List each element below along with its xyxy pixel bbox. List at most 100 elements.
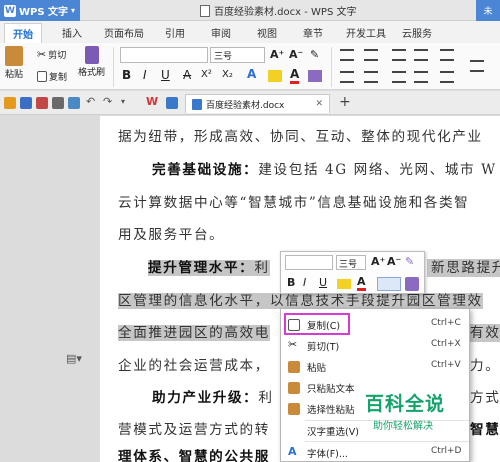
superscript-button[interactable]: X² [201, 69, 212, 80]
wps-home-icon[interactable]: W [146, 95, 158, 108]
copy-label: 复制 [49, 73, 68, 83]
text-line: 新思路提升 [427, 259, 500, 277]
shrink-font-button[interactable]: A⁻ [289, 48, 303, 61]
paragraph-marker-icon[interactable]: ▤▾ [66, 352, 82, 365]
subscript-button[interactable]: X₂ [222, 69, 233, 80]
text-line: 有效 [470, 324, 500, 342]
italic-button[interactable]: I [143, 68, 147, 82]
text-effect-button[interactable]: A [247, 67, 256, 81]
menu-label: 粘贴 [307, 363, 327, 374]
app-menu-button[interactable]: W WPS 文字 ▾ [0, 0, 80, 21]
tab-page-layout[interactable]: 页面布局 [104, 25, 144, 40]
document-tab-label: 百度经验素材.docx [206, 100, 285, 111]
heading-bold: 理体系、智慧的公共服 [118, 449, 270, 462]
save-icon[interactable] [20, 97, 32, 109]
print-preview-icon[interactable] [68, 97, 80, 109]
print-icon[interactable] [52, 97, 64, 109]
redo-icon[interactable]: ↷ [103, 95, 115, 108]
menu-shortcut: Ctrl+D [431, 446, 462, 456]
numbered-list-icon[interactable] [364, 49, 378, 61]
menu-item-cut[interactable]: ✂ 剪切(T) Ctrl+X [281, 335, 471, 356]
close-icon[interactable]: ✕ [315, 99, 323, 109]
bold-button[interactable]: B [122, 68, 131, 82]
bullet-list-icon[interactable] [340, 49, 354, 61]
tab-developer[interactable]: 开发工具 [346, 25, 386, 40]
app-name: WPS 文字 [19, 7, 69, 18]
tab-insert[interactable]: 插入 [62, 25, 82, 40]
mini-font-color-button[interactable]: A [357, 275, 366, 291]
clear-format-icon[interactable]: ✎ [310, 48, 319, 61]
text-line: 理体系、智慧的公共服 [118, 448, 270, 462]
format-painter-button[interactable]: 格式刷 [78, 46, 105, 78]
chinese-layout-icon[interactable] [440, 49, 454, 61]
document-icon [200, 4, 210, 17]
new-tab-button[interactable]: + [339, 94, 351, 110]
decrease-indent-icon[interactable] [392, 49, 406, 61]
justify-icon[interactable] [414, 71, 428, 83]
mini-underline-button[interactable]: U [319, 276, 327, 289]
text-line: 助力产业升级：利 [152, 389, 274, 407]
quick-access-bar: ↶ ↷ ▾ W 百度经验素材.docx ✕ + [0, 91, 500, 115]
copy-button[interactable]: 复制 [37, 70, 67, 83]
menu-shortcut: Ctrl+C [431, 318, 461, 328]
divider [331, 47, 332, 87]
menu-label: 字体(F)... [307, 449, 348, 460]
tab-review[interactable]: 审阅 [211, 25, 231, 40]
font-color-button[interactable]: A [290, 67, 300, 84]
increase-indent-icon[interactable] [414, 49, 428, 61]
paste-button[interactable]: 粘贴 [5, 46, 23, 80]
tab-home[interactable]: 开始 [4, 23, 42, 43]
mini-highlight-icon[interactable] [337, 279, 351, 289]
text-line: 据为纽带，形成高效、协同、互动、整体的现代化产业 [118, 129, 483, 145]
paste-label: 粘贴 [5, 70, 24, 80]
align-center-icon[interactable] [364, 71, 378, 83]
menu-label: 选择性粘贴 [307, 405, 355, 416]
text-line: 力。 [470, 358, 500, 374]
watermark-subtitle: 助你轻松解决 [373, 421, 433, 432]
undo-icon[interactable]: ↶ [86, 95, 98, 108]
font-icon: A [288, 445, 297, 458]
mini-font-size-select[interactable]: 三号 [336, 255, 366, 270]
mini-shrink-font-button[interactable]: A⁻ [387, 255, 401, 268]
paste-text-icon [288, 382, 300, 394]
mini-italic-button[interactable]: I [303, 276, 306, 289]
selected-text: 全面推进园区的高效电 [118, 325, 270, 341]
mini-align-icon[interactable] [377, 277, 401, 291]
cloud-doc-icon[interactable] [166, 97, 178, 109]
strikethrough-button[interactable]: A [183, 68, 191, 82]
tab-view[interactable]: 视图 [257, 25, 277, 40]
line-spacing-icon[interactable] [470, 60, 484, 72]
font-size-select[interactable]: 三号 [210, 47, 265, 63]
copy-highlight-box [284, 313, 350, 335]
menu-item-paste[interactable]: 粘贴 Ctrl+V [281, 356, 471, 377]
underline-button[interactable]: U [161, 68, 170, 82]
cut-button[interactable]: ✂ 剪切 [37, 48, 66, 61]
mini-grow-font-button[interactable]: A⁺ [371, 255, 385, 268]
text-line: 营模式及运营方式的转 [118, 422, 270, 438]
menu-item-font[interactable]: A 字体(F)... Ctrl+D [281, 442, 471, 462]
tab-references[interactable]: 引用 [165, 25, 185, 40]
menu-shortcut: Ctrl+X [431, 339, 461, 349]
tab-cloud[interactable]: 云服务 [402, 25, 432, 40]
align-left-icon[interactable] [340, 71, 354, 83]
align-right-icon[interactable] [392, 71, 406, 83]
open-folder-icon[interactable] [4, 97, 16, 109]
login-button[interactable]: 未 [476, 0, 500, 21]
mini-bold-button[interactable]: B [287, 276, 295, 289]
document-tab[interactable]: 百度经验素材.docx ✕ [185, 94, 330, 113]
chevron-down-icon[interactable]: ▾ [121, 97, 133, 109]
grow-font-button[interactable]: A⁺ [270, 48, 284, 61]
document-gutter [0, 116, 100, 462]
mini-font-name-select[interactable] [285, 255, 333, 270]
text-line: 方式 [470, 390, 500, 406]
paste-icon [288, 361, 300, 373]
export-pdf-icon[interactable] [36, 97, 48, 109]
tab-chapter[interactable]: 章节 [303, 25, 323, 40]
selected-text: 区管理的信息化水平，以信息技术手段提升园区管理效 [118, 293, 483, 309]
text-box-icon[interactable] [308, 70, 322, 82]
distribute-icon[interactable] [440, 71, 454, 83]
highlight-icon[interactable] [268, 70, 282, 82]
mini-brush-icon[interactable] [405, 277, 419, 291]
mini-format-painter-icon[interactable]: ✎ [405, 255, 414, 268]
font-name-select[interactable] [120, 47, 208, 63]
